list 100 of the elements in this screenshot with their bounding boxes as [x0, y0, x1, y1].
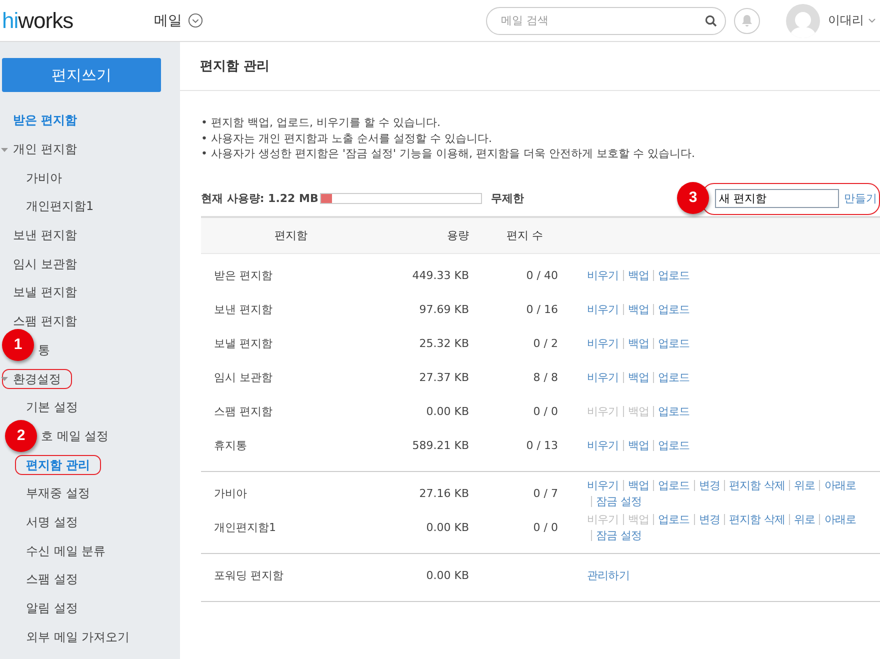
action-link[interactable]: 백업: [628, 336, 650, 351]
step-badge: 3: [677, 182, 709, 214]
action-link[interactable]: 아래로: [824, 512, 856, 527]
column-header: 편지 수: [506, 228, 544, 242]
action-link[interactable]: 비우기: [587, 302, 619, 317]
table-cell-text: 0 / 16: [525, 303, 558, 316]
sidebar-item[interactable]: 보낸 편지함: [2, 225, 88, 246]
action-link[interactable]: 비우기: [587, 370, 619, 385]
table-cell-text: 0 / 7: [532, 487, 558, 500]
action-link[interactable]: 업로드: [658, 336, 690, 351]
sidebar-item[interactable]: 호 메일 설정: [38, 426, 120, 446]
info-note: • 사용자는 개인 편지함과 노출 순서를 설정할 수 있습니다.: [201, 130, 493, 146]
user-menu[interactable]: 이대리: [828, 12, 880, 29]
sidebar-item[interactable]: 통: [35, 340, 61, 360]
action-link[interactable]: 업로드: [658, 404, 690, 419]
action-link[interactable]: 업로드: [658, 302, 690, 317]
notification-button[interactable]: [734, 8, 760, 34]
chevron-down-icon: [188, 13, 203, 28]
column-header: 용량: [446, 228, 469, 242]
table-cell-text: 0 / 0: [532, 405, 558, 418]
chevron-down-icon: [868, 18, 876, 24]
action-link[interactable]: 변경: [698, 478, 720, 493]
table-cell-text: 임시 보관함: [213, 370, 274, 385]
table-cell-text: 휴지통: [213, 438, 248, 453]
search-icon: [705, 14, 717, 26]
action-link[interactable]: 비우기: [587, 478, 619, 493]
column-header: 편지함: [274, 228, 308, 242]
info-note: • 사용자가 생성한 편지함은 '잠금 설정' 기능을 이용해, 편지함을 더욱 안전하게 보호할 수 있습니다.: [201, 146, 696, 162]
table-cell-text: 27.16 KB: [418, 487, 469, 500]
sidebar-item[interactable]: 알림 설정: [15, 598, 89, 618]
table-cell-text: 스팸 편지함: [213, 404, 274, 419]
compose-button[interactable]: 편지쓰기: [2, 58, 161, 92]
step-badge: 1: [2, 328, 34, 360]
hiworks-logo: hiworks: [1, 8, 74, 34]
caret-down-icon[interactable]: [1, 146, 8, 154]
action-link[interactable]: 아래로: [824, 478, 856, 493]
sidebar-item[interactable]: 외부 메일 가져오기: [15, 626, 141, 647]
action-link[interactable]: 잠금 설정: [596, 494, 642, 509]
sidebar-item[interactable]: 스팸 편지함: [2, 311, 88, 332]
caret-down-icon[interactable]: [1, 376, 8, 384]
action-link[interactable]: 비우기: [587, 268, 619, 283]
action-link[interactable]: 백업: [628, 302, 650, 317]
table-cell-text: 0.00 KB: [425, 521, 469, 534]
sidebar-item[interactable]: 기본 설정: [15, 397, 89, 418]
table-cell-text: 받은 편지함: [213, 268, 274, 283]
sidebar-item[interactable]: 수신 메일 분류: [15, 540, 117, 561]
table-cell-text: 가비아: [213, 486, 248, 501]
table-cell-text: 포워딩 편지함: [213, 568, 284, 583]
table-cell-text: 25.32 KB: [418, 337, 469, 350]
table-cell-text: 보낸 편지함: [213, 302, 274, 317]
action-link[interactable]: 위로: [794, 512, 816, 527]
table-cell-text: 0 / 40: [525, 269, 558, 282]
action-link[interactable]: 비우기: [587, 438, 619, 453]
action-link[interactable]: 업로드: [658, 512, 690, 527]
action-link[interactable]: 편지함 삭제: [729, 478, 786, 493]
table-cell-text: 0 / 2: [532, 337, 558, 350]
sidebar-item[interactable]: 부재중 설정: [15, 483, 101, 504]
sidebar-item[interactable]: 스팸 설정: [15, 569, 89, 590]
table-cell-text: 0.00 KB: [425, 569, 469, 582]
folder-name-field[interactable]: 새 편지함: [715, 189, 839, 208]
sidebar-item[interactable]: 서명 설정: [15, 512, 89, 532]
app-menu[interactable]: 메일: [154, 12, 203, 30]
sidebar-item[interactable]: 개인 편지함: [2, 139, 88, 160]
table-cell-text: 보낼 편지함: [213, 336, 274, 351]
create-link[interactable]: 만들기: [844, 191, 877, 206]
action-link[interactable]: 관리하기: [587, 568, 630, 583]
action-link[interactable]: 백업: [628, 268, 650, 283]
action-link[interactable]: 변경: [698, 512, 720, 527]
search-bar[interactable]: 메일 검색: [486, 6, 726, 34]
sidebar-item[interactable]: 개인편지함1: [15, 196, 105, 216]
table-cell-text: 589.21 KB: [411, 439, 469, 452]
table-cell-text: 97.69 KB: [418, 303, 469, 316]
step-badge: 2: [5, 420, 37, 452]
page-title: 편지함 관리: [180, 42, 880, 91]
usage-limit: 무제한: [491, 191, 524, 206]
info-note: • 편지함 백업, 업로드, 비우기를 할 수 있습니다.: [201, 115, 442, 130]
action-link[interactable]: 잠금 설정: [596, 528, 642, 543]
action-link[interactable]: 업로드: [658, 478, 690, 493]
action-link[interactable]: 백업: [628, 478, 650, 493]
action-link[interactable]: 업로드: [658, 438, 690, 453]
action-link[interactable]: 업로드: [658, 268, 690, 283]
action-link[interactable]: 편지함 삭제: [729, 512, 786, 527]
sidebar-item[interactable]: 임시 보관함: [2, 254, 88, 274]
table-cell-text: 0 / 0: [532, 521, 558, 534]
sidebar-item[interactable]: 보낼 편지함: [2, 282, 88, 302]
table-cell-text: 27.37 KB: [418, 371, 469, 384]
usage-label: 현재 사용량: 1.22 MB: [201, 191, 320, 206]
action-link[interactable]: 비우기: [587, 336, 619, 351]
action-link[interactable]: 위로: [794, 478, 816, 493]
sidebar-item[interactable]: 편지함 관리: [15, 454, 102, 475]
avatar[interactable]: [786, 4, 820, 38]
sidebar-item[interactable]: 환경설정: [2, 368, 72, 389]
action-link[interactable]: 백업: [628, 370, 650, 385]
table-cell-text: 0 / 13: [525, 439, 558, 452]
action-link[interactable]: 업로드: [658, 370, 690, 385]
action-link[interactable]: 백업: [628, 438, 650, 453]
bell-icon: [741, 14, 753, 27]
sidebar-item[interactable]: 받은 편지함: [2, 110, 88, 130]
sidebar-item[interactable]: 가비아: [15, 168, 73, 188]
table-cell-text: 449.33 KB: [411, 269, 469, 282]
